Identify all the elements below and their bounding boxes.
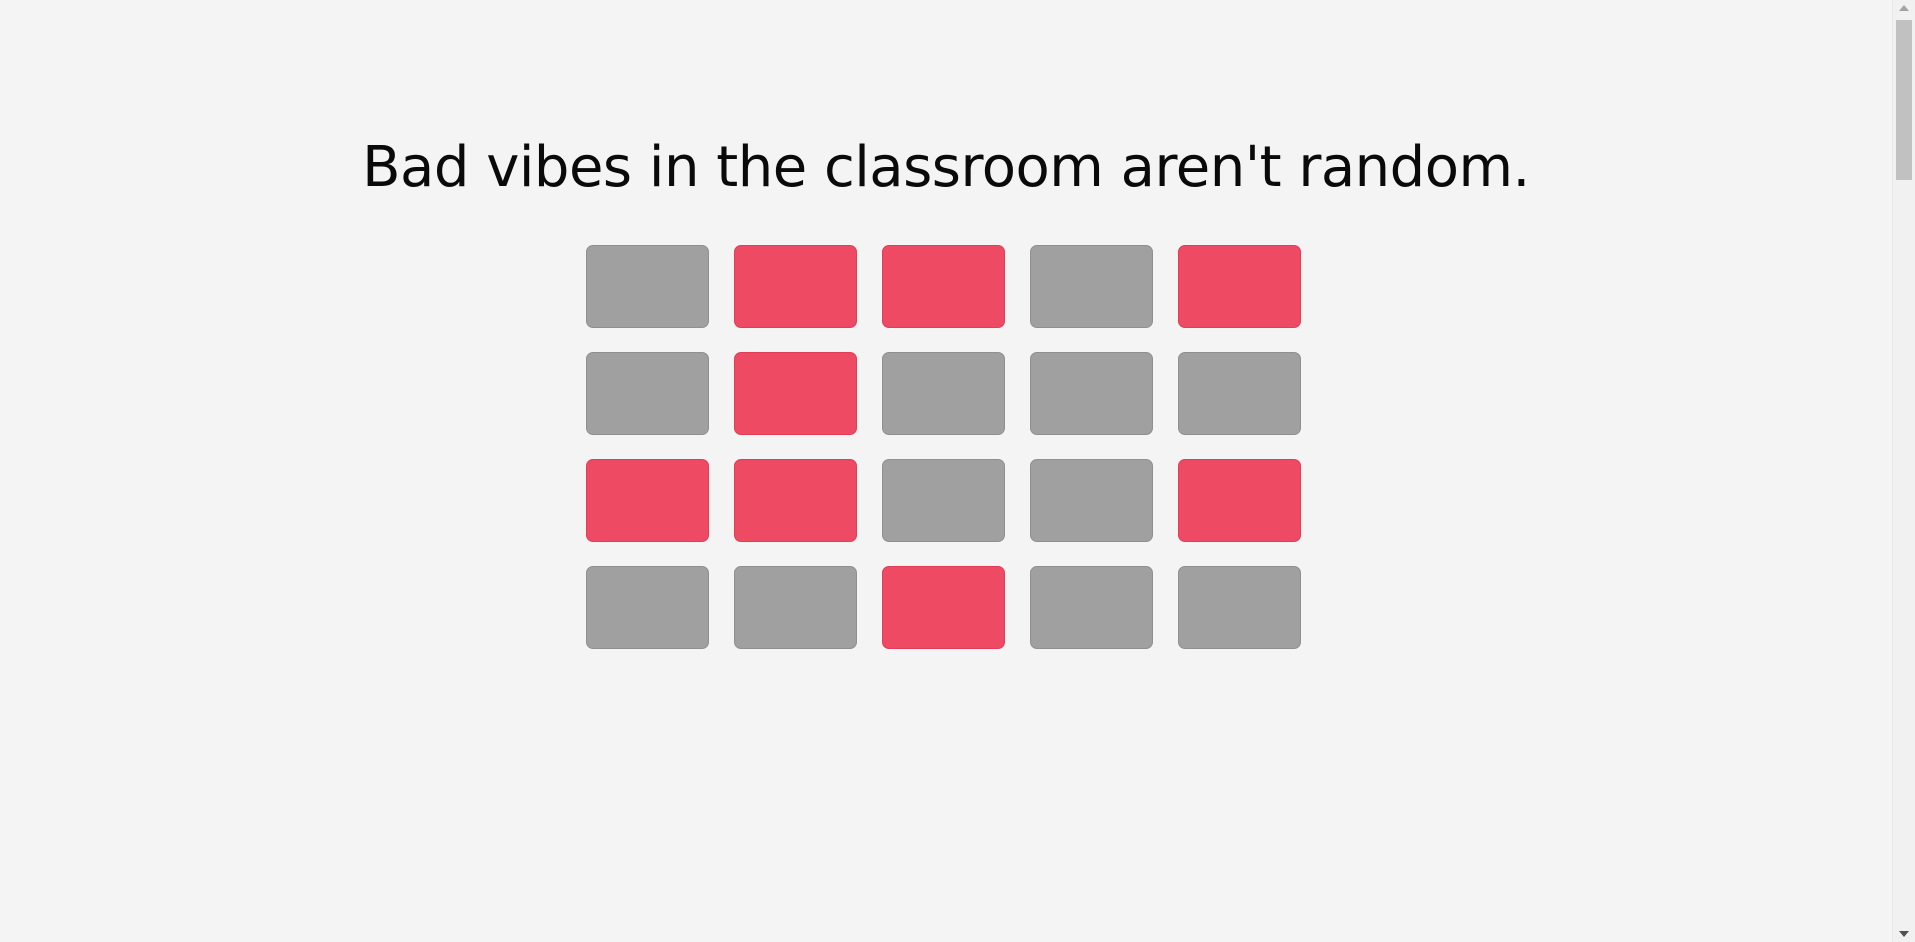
seat-r3-c2 [734,459,857,542]
seat-r3-c4 [1030,459,1153,542]
page: Bad vibes in the classroom aren't random… [0,0,1915,942]
seat-r4-c1 [586,566,709,649]
seat-r3-c3 [882,459,1005,542]
seat-r2-c4 [1030,352,1153,435]
seat-r2-c1 [586,352,709,435]
scroll-down-arrow-icon[interactable] [1899,931,1909,937]
seat-r4-c4 [1030,566,1153,649]
seat-r4-c2 [734,566,857,649]
scroll-up-arrow-icon[interactable] [1899,5,1909,11]
seat-r1-c1 [586,245,709,328]
page-headline: Bad vibes in the classroom aren't random… [362,135,1530,200]
main-content: Bad vibes in the classroom aren't random… [0,0,1892,942]
seat-r4-c3 [882,566,1005,649]
vertical-scrollbar[interactable] [1892,0,1915,942]
classroom-seat-grid [586,245,1301,649]
seat-r3-c5 [1178,459,1301,542]
seat-r2-c2 [734,352,857,435]
seat-r3-c1 [586,459,709,542]
seat-r1-c5 [1178,245,1301,328]
seat-r1-c2 [734,245,857,328]
seat-r4-c5 [1178,566,1301,649]
seat-r2-c5 [1178,352,1301,435]
seat-r1-c3 [882,245,1005,328]
seat-r1-c4 [1030,245,1153,328]
seat-r2-c3 [882,352,1005,435]
scrollbar-thumb[interactable] [1896,20,1912,180]
